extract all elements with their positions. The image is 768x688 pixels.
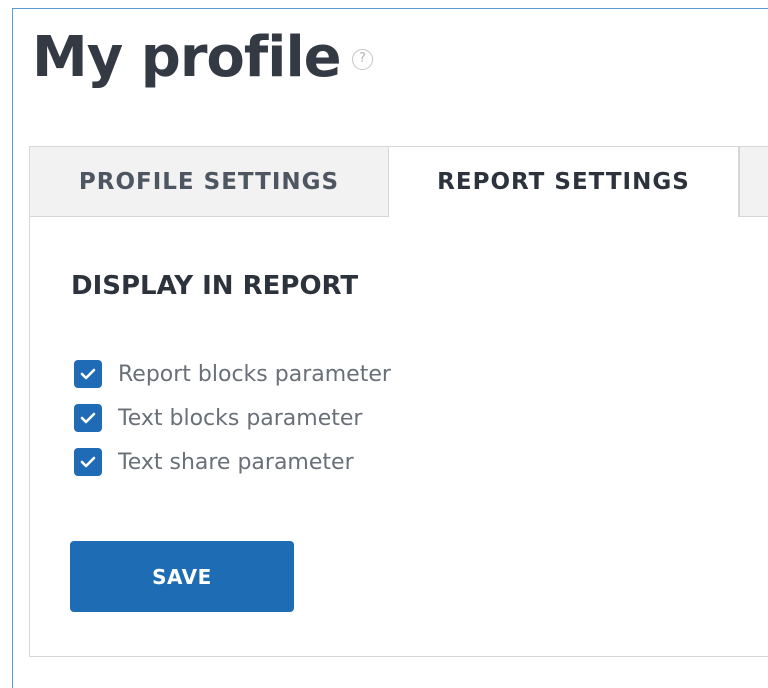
checkmark-icon [80,368,96,380]
tab-report-settings[interactable]: REPORT SETTINGS [388,146,739,218]
settings-tabs: PROFILE SETTINGS REPORT SETTINGS [29,146,768,218]
text-share-checkbox[interactable] [74,448,102,476]
help-icon[interactable]: ? [352,49,373,70]
text-blocks-checkbox[interactable] [74,404,102,432]
option-label: Text blocks parameter [118,405,363,431]
section-heading: DISPLAY IN REPORT [71,271,359,301]
checkmark-icon [80,412,96,424]
page-title: My profile [32,25,342,90]
checkmark-icon [80,456,96,468]
tab-bar-filler [739,146,768,217]
option-label: Text share parameter [118,449,354,475]
tab-profile-settings[interactable]: PROFILE SETTINGS [29,146,388,217]
report-blocks-checkbox[interactable] [74,360,102,388]
option-text-blocks[interactable]: Text blocks parameter [74,402,362,434]
option-report-blocks[interactable]: Report blocks parameter [74,358,391,390]
option-text-share[interactable]: Text share parameter [74,446,354,478]
option-label: Report blocks parameter [118,361,391,387]
save-button[interactable]: SAVE [70,541,294,612]
